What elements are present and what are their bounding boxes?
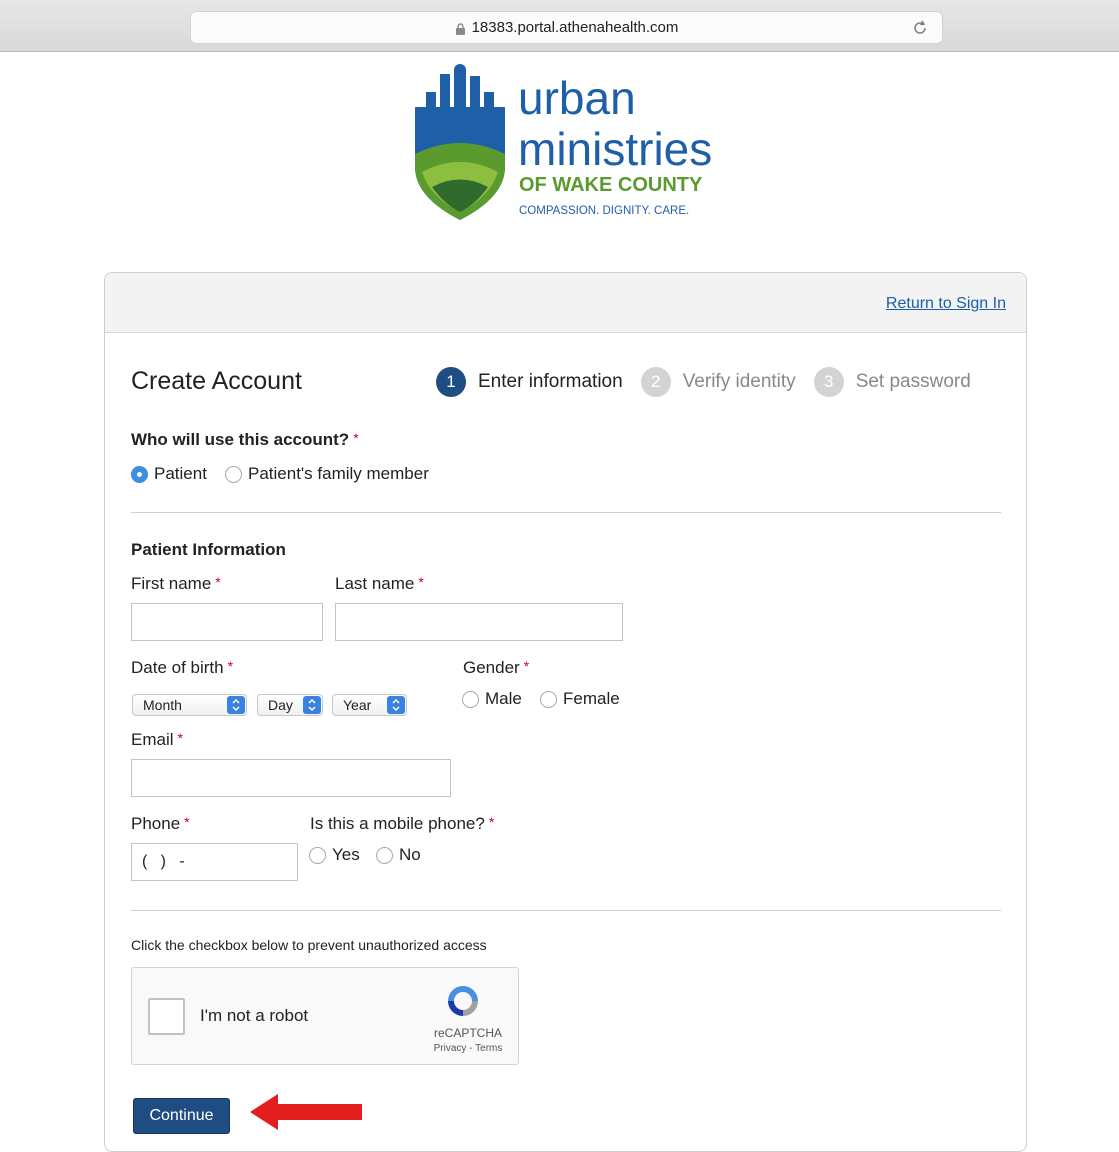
email-label-text: Email xyxy=(131,730,174,749)
progress-steps: 1 Enter information 2 Verify identity 3 … xyxy=(436,367,989,397)
continue-button[interactable]: Continue xyxy=(133,1098,230,1134)
captcha-instruction: Click the checkbox below to prevent unau… xyxy=(131,937,487,953)
radio-dot[interactable] xyxy=(225,465,242,483)
email-label: Email * xyxy=(131,730,183,750)
radio-female[interactable]: Female xyxy=(540,689,620,709)
gender-label-text: Gender xyxy=(463,658,520,677)
step-1-label: Enter information xyxy=(478,371,623,392)
recaptcha-brand: reCAPTCHA xyxy=(433,1026,502,1040)
annotation-arrow-icon xyxy=(250,1094,362,1130)
email-input[interactable] xyxy=(131,759,451,797)
step-1-badge: 1 xyxy=(436,367,466,397)
first-name-label: First name * xyxy=(131,574,221,594)
radio-yes-label: Yes xyxy=(332,845,360,864)
mobile-question-text: Is this a mobile phone? xyxy=(310,814,485,833)
required-asterisk: * xyxy=(184,814,190,830)
dob-year-select[interactable]: Year xyxy=(332,694,407,716)
reload-icon[interactable] xyxy=(910,18,930,38)
last-name-label-text: Last name xyxy=(335,574,415,593)
divider xyxy=(131,910,1001,911)
logo-emblem-icon: urban ministries OF WAKE COUNTY COMPASSI… xyxy=(415,64,712,220)
logo-line2: ministries xyxy=(518,123,712,175)
logo-line3: OF WAKE COUNTY xyxy=(519,174,703,196)
patient-info-heading-text: Patient Information xyxy=(131,540,286,559)
step-set-password: 3 Set password xyxy=(813,367,971,397)
radio-dot[interactable] xyxy=(309,846,326,864)
first-name-label-text: First name xyxy=(131,574,212,593)
required-asterisk: * xyxy=(418,574,424,590)
recaptcha-checkbox[interactable] xyxy=(148,998,185,1035)
step-3-badge: 3 xyxy=(813,367,844,397)
card-header: Return to Sign In xyxy=(105,273,1026,333)
urban-ministries-logo: urban ministries OF WAKE COUNTY COMPASSI… xyxy=(410,62,740,227)
lock-icon xyxy=(455,22,465,35)
radio-dot[interactable] xyxy=(462,690,479,708)
url-text: 18383.portal.athenahealth.com xyxy=(471,19,679,36)
address-bar[interactable]: 18383.portal.athenahealth.com xyxy=(190,11,943,44)
dob-label: Date of birth * xyxy=(131,658,233,678)
select-chevron-icon xyxy=(303,696,321,714)
radio-dot[interactable] xyxy=(376,846,393,864)
radio-no-label: No xyxy=(399,845,421,864)
last-name-label: Last name * xyxy=(335,574,424,594)
required-asterisk: * xyxy=(488,814,495,830)
mobile-question-label: Is this a mobile phone? * xyxy=(310,814,494,834)
step-enter-information: 1 Enter information xyxy=(436,367,623,397)
recaptcha-terms-links[interactable]: Privacy - Terms xyxy=(428,1043,508,1054)
required-asterisk: * xyxy=(227,658,234,674)
phone-label: Phone * xyxy=(131,814,190,834)
radio-patient-label: Patient xyxy=(154,464,207,483)
required-asterisk: * xyxy=(215,574,221,590)
recaptcha-label: I'm not a robot xyxy=(200,1006,309,1025)
dob-month-value: Month xyxy=(143,697,182,713)
gender-label: Gender * xyxy=(463,658,529,678)
divider xyxy=(131,512,1001,513)
required-asterisk: * xyxy=(177,730,183,746)
step-verify-identity: 2 Verify identity xyxy=(640,367,796,397)
patient-info-heading: Patient Information xyxy=(131,540,286,560)
step-3-label: Set password xyxy=(855,371,971,392)
radio-family-member[interactable]: Patient's family member xyxy=(225,464,429,484)
radio-male-label: Male xyxy=(485,689,522,708)
radio-male[interactable]: Male xyxy=(462,689,522,709)
radio-patient[interactable]: Patient xyxy=(131,464,207,484)
return-to-sign-in-link[interactable]: Return to Sign In xyxy=(886,295,1006,313)
dob-month-select[interactable]: Month xyxy=(132,694,247,716)
select-chevron-icon xyxy=(227,696,245,714)
radio-family-member-label: Patient's family member xyxy=(248,464,429,483)
radio-dot-checked[interactable] xyxy=(131,465,148,483)
last-name-input[interactable] xyxy=(335,603,623,641)
radio-female-label: Female xyxy=(563,689,620,708)
logo-tagline: COMPASSION. DIGNITY. CARE. xyxy=(519,205,689,217)
recaptcha-logo-icon xyxy=(448,986,478,1016)
logo-line1: urban xyxy=(518,72,636,124)
required-asterisk: * xyxy=(353,430,359,446)
select-chevron-icon xyxy=(387,696,405,714)
browser-toolbar: 18383.portal.athenahealth.com xyxy=(0,0,1119,52)
dob-year-value: Year xyxy=(343,697,372,713)
recaptcha-widget: I'm not a robot reCAPTCHA Privacy - Term… xyxy=(131,967,519,1065)
radio-mobile-yes[interactable]: Yes xyxy=(309,845,360,865)
dob-day-value: Day xyxy=(268,697,293,713)
page-title: Create Account xyxy=(131,367,302,395)
radio-dot[interactable] xyxy=(540,690,557,708)
dob-label-text: Date of birth xyxy=(131,658,224,677)
create-account-card: Return to Sign In Create Account 1 Enter… xyxy=(104,272,1027,1152)
radio-mobile-no[interactable]: No xyxy=(376,845,421,865)
step-2-badge: 2 xyxy=(640,367,671,397)
phone-label-text: Phone xyxy=(131,814,181,833)
account-user-question: Who will use this account? * xyxy=(131,430,359,450)
dob-day-select[interactable]: Day xyxy=(257,694,323,716)
required-asterisk: * xyxy=(523,658,530,674)
account-user-question-text: Who will use this account? xyxy=(131,430,350,449)
first-name-input[interactable] xyxy=(131,603,323,641)
phone-input[interactable] xyxy=(131,843,298,881)
step-2-label: Verify identity xyxy=(682,371,796,392)
